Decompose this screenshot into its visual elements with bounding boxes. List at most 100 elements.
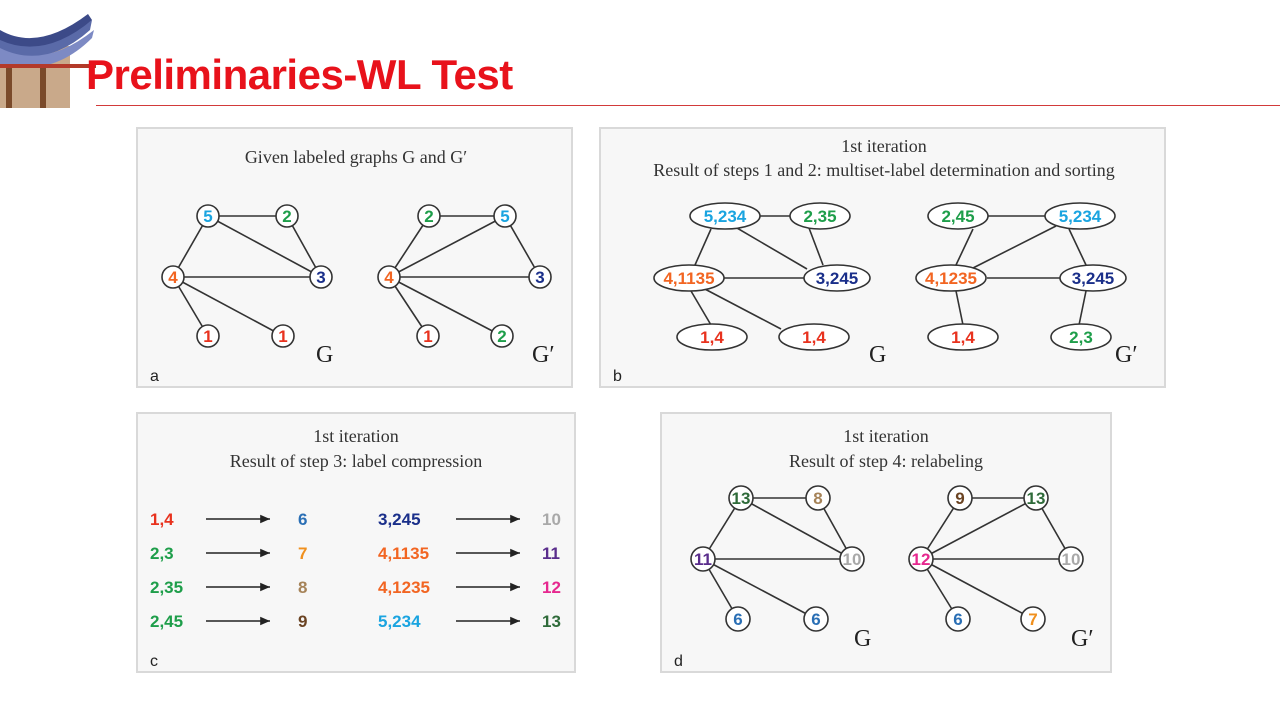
- node-label: 1,4: [802, 328, 826, 347]
- mapping-to: 11: [542, 544, 560, 563]
- node-label: 6: [953, 610, 962, 629]
- node: 11: [690, 546, 716, 572]
- node-label: 7: [1028, 610, 1037, 629]
- node: 5,234: [1044, 202, 1116, 230]
- node-label: 13: [1027, 489, 1046, 508]
- node-label: 8: [813, 489, 822, 508]
- node: 6: [945, 606, 971, 632]
- panel-b: 1st iteration Result of steps 1 and 2: m…: [599, 127, 1166, 388]
- node-label: 3: [316, 268, 325, 287]
- panel-a-diagram: Given labeled graphs G and G′ 5 2 4 3 1 …: [150, 147, 555, 385]
- node-label: 2,45: [941, 207, 974, 226]
- title-divider: [96, 105, 1280, 106]
- graph-g-edges: [702, 497, 853, 620]
- node: 4,1235: [915, 264, 987, 292]
- node-label: 6: [733, 610, 742, 629]
- node: 5,234: [689, 202, 761, 230]
- node-label: 2,35: [803, 207, 836, 226]
- node: 3: [309, 265, 333, 289]
- mapping-row: 5,234 13: [378, 612, 561, 631]
- node-label: 4,1135: [663, 269, 714, 288]
- mapping-to: 6: [298, 510, 307, 529]
- node: 3,245: [803, 264, 871, 292]
- mapping-to: 10: [542, 510, 561, 529]
- node-label: 11: [694, 550, 712, 569]
- mapping-from: 2,3: [150, 544, 174, 563]
- panel-d-caption-1: 1st iteration: [843, 426, 928, 446]
- node: 3: [528, 265, 552, 289]
- node-label: 10: [843, 550, 862, 569]
- mapping-from: 2,45: [150, 612, 183, 631]
- node-label: 2,3: [1069, 328, 1093, 347]
- mapping-from: 4,1135: [378, 544, 429, 563]
- graph-gp-name: G′: [532, 342, 555, 368]
- node-label: 12: [912, 550, 931, 569]
- mapping-row: 3,245 10: [378, 510, 561, 529]
- node-label: 5: [203, 207, 212, 226]
- mapping-row: 2,45 9: [150, 612, 307, 631]
- mapping-row: 2,35 8: [150, 578, 307, 597]
- node: 4,1135: [653, 264, 725, 292]
- graph-g-name: G: [316, 342, 333, 368]
- node: 9: [947, 485, 973, 511]
- node-label: 3,245: [1072, 269, 1115, 288]
- panel-letter: b: [613, 368, 622, 385]
- panel-a: Given labeled graphs G and G′ 5 2 4 3 1 …: [136, 127, 573, 388]
- mapping-row: 1,4 6: [150, 510, 307, 529]
- mapping-row: 4,1135 11: [378, 544, 560, 563]
- mapping-to: 8: [298, 578, 307, 597]
- node-label: 5,234: [704, 207, 747, 226]
- node: 1: [196, 324, 220, 348]
- graph-gp: 2,45 5,234 4,1235 3,245 1,4 2,3: [915, 202, 1127, 351]
- graph-gp-edges: [388, 215, 541, 337]
- panel-letter: d: [674, 653, 683, 670]
- panel-d: 1st iteration Result of step 4: relabeli…: [660, 412, 1112, 673]
- node-label: 1,4: [951, 328, 975, 347]
- node: 13: [1023, 485, 1049, 511]
- panel-d-diagram: 1st iteration Result of step 4: relabeli…: [674, 426, 1094, 670]
- node-label: 2: [282, 207, 291, 226]
- slide-title: Preliminaries-WL Test: [86, 51, 513, 98]
- node: 2,3: [1050, 323, 1112, 351]
- pagoda-roof-logo: [0, 14, 96, 108]
- node-label: 6: [811, 610, 820, 629]
- node: 2: [490, 324, 514, 348]
- mapping-from: 3,245: [378, 510, 421, 529]
- mapping-from: 5,234: [378, 612, 421, 631]
- panel-c-caption-1: 1st iteration: [313, 426, 398, 446]
- mapping-row: 4,1235 12: [378, 578, 561, 597]
- panel-c-diagram: 1st iteration Result of step 3: label co…: [150, 426, 561, 670]
- node: 7: [1020, 606, 1046, 632]
- graph-g-name: G: [869, 342, 886, 368]
- node: 2: [417, 204, 441, 228]
- panel-c-caption-2: Result of step 3: label compression: [230, 451, 482, 471]
- graph-gp: 2 5 4 3 1 2: [377, 204, 552, 348]
- panel-c: 1st iteration Result of step 3: label co…: [136, 412, 576, 673]
- panel-letter: a: [150, 368, 159, 385]
- node: 2,35: [789, 202, 851, 230]
- panel-a-caption: Given labeled graphs G and G′: [245, 147, 467, 167]
- node: 13: [728, 485, 754, 511]
- node: 6: [803, 606, 829, 632]
- mapping-row: 2,3 7: [150, 544, 307, 563]
- graph-g: 5 2 4 3 1 1: [161, 204, 333, 348]
- panel-letter: c: [150, 653, 158, 670]
- node-label: 1,4: [700, 328, 724, 347]
- node-label: 9: [955, 489, 964, 508]
- node: 6: [725, 606, 751, 632]
- node-label: 1: [278, 327, 287, 346]
- node: 10: [839, 546, 865, 572]
- node: 4: [377, 265, 401, 289]
- node-label: 10: [1062, 550, 1081, 569]
- panel-b-diagram: 1st iteration Result of steps 1 and 2: m…: [613, 136, 1138, 385]
- node-label: 1: [423, 327, 432, 346]
- mapping-to: 13: [542, 612, 561, 631]
- node: 3,245: [1059, 264, 1127, 292]
- node-label: 2: [424, 207, 433, 226]
- mapping-to: 9: [298, 612, 307, 631]
- mapping-to: 12: [542, 578, 561, 597]
- node: 1: [416, 324, 440, 348]
- node-label: 1: [203, 327, 212, 346]
- node-label: 4: [384, 268, 394, 287]
- mapping-from: 2,35: [150, 578, 183, 597]
